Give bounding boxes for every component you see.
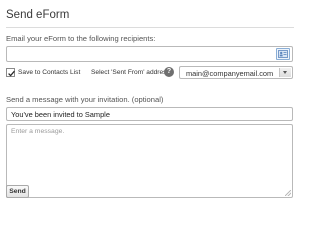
subject-value: You've been invited to Sample bbox=[11, 110, 110, 119]
recipients-label: Email your eForm to the following recipi… bbox=[6, 34, 156, 43]
sent-from-select[interactable]: main@companyemail.com bbox=[179, 66, 293, 79]
resize-handle[interactable] bbox=[285, 190, 291, 196]
checkmark-icon bbox=[8, 70, 15, 77]
send-button[interactable]: Send bbox=[6, 185, 29, 198]
save-to-contacts-label[interactable]: Save to Contacts List bbox=[18, 69, 80, 76]
dialog-title: Send eForm bbox=[6, 9, 70, 21]
subject-input[interactable]: You've been invited to Sample bbox=[6, 107, 293, 121]
save-to-contacts-checkbox[interactable] bbox=[6, 68, 15, 77]
address-book-button[interactable] bbox=[276, 48, 290, 60]
message-label: Send a message with your invitation. (op… bbox=[6, 95, 164, 104]
message-placeholder: Enter a message. bbox=[11, 128, 65, 135]
chevron-down-icon[interactable] bbox=[279, 68, 291, 77]
recipients-input[interactable] bbox=[6, 46, 293, 62]
message-textarea[interactable]: Enter a message. bbox=[6, 124, 293, 198]
info-icon[interactable]: ? bbox=[164, 67, 174, 77]
title-divider bbox=[6, 27, 294, 28]
sent-from-value: main@companyemail.com bbox=[186, 68, 274, 78]
address-book-icon bbox=[278, 50, 288, 58]
sent-from-label: Select 'Sent From' address: bbox=[91, 69, 172, 76]
